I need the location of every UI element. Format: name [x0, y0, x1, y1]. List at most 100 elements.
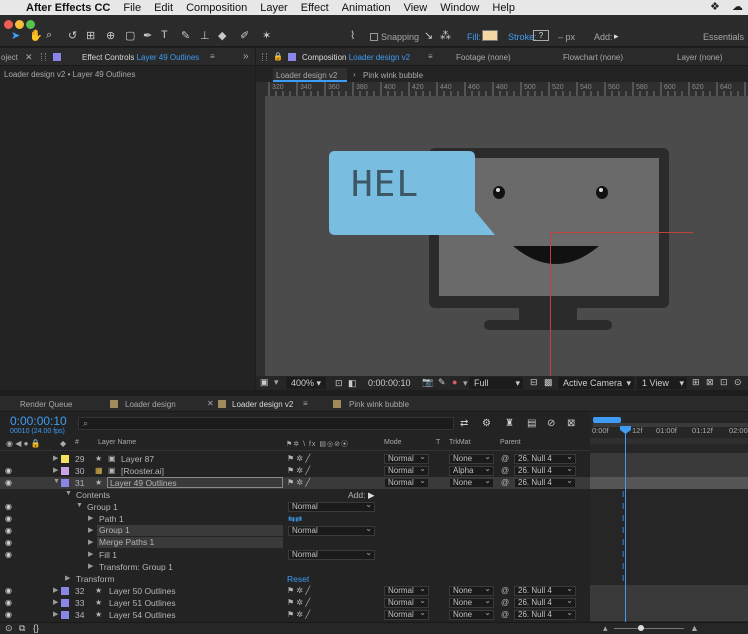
label-color[interactable]: [61, 611, 69, 619]
snap-options-icon[interactable]: ⌇: [350, 29, 355, 42]
layer-row-selected[interactable]: ◉ ▼ 31 ★ Layer 49 Outlines ⚑ ✲ ╱ Normal …: [0, 477, 590, 489]
property-row[interactable]: ◉ ▶ Merge Paths 1: [0, 537, 590, 549]
label-color[interactable]: [61, 587, 69, 595]
composition-lock-icon[interactable]: 🔒: [273, 52, 283, 61]
label-color[interactable]: [61, 467, 69, 475]
expand-triangle-icon[interactable]: ▶: [53, 598, 58, 606]
property-row[interactable]: ◉ ▶ Group 1 Normal: [0, 525, 590, 537]
shy-layers-icon[interactable]: ♜: [505, 418, 514, 429]
parent-dropdown[interactable]: 26. Null 4: [514, 453, 576, 464]
composition-viewer[interactable]: HEL: [265, 96, 748, 376]
collapse-triangle-icon[interactable]: ▼: [65, 490, 72, 497]
trkmat-dropdown[interactable]: None: [449, 477, 494, 488]
menu-window[interactable]: Window: [440, 2, 479, 14]
parent-header[interactable]: Parent: [500, 439, 521, 446]
expand-triangle-icon[interactable]: ▶: [53, 454, 58, 462]
reset-link[interactable]: Reset: [287, 574, 309, 584]
t-header[interactable]: T: [436, 439, 440, 446]
tab-effect-controls[interactable]: Effect Controls Layer 49 Outlines: [82, 53, 199, 62]
trkmat-dropdown[interactable]: Alpha: [449, 465, 494, 476]
mask-icon[interactable]: ◧: [348, 378, 357, 389]
visibility-eye-icon[interactable]: ◉: [5, 514, 12, 523]
grid-icon[interactable]: ⊡: [335, 378, 343, 389]
camera-tool-icon[interactable]: ⊞: [86, 29, 95, 42]
preview-options-icon[interactable]: ▾: [274, 377, 279, 388]
tab-loader-design[interactable]: Loader design: [125, 400, 176, 409]
tab-footage[interactable]: Footage (none): [456, 53, 511, 62]
stroke-width[interactable]: – px: [558, 32, 575, 42]
time-graph[interactable]: 0:00f 12f 01:00f 01:12f 02:00 I I I I I …: [590, 412, 748, 634]
snapshot-icon[interactable]: 📷: [422, 377, 433, 388]
layer-name[interactable]: Layer 49 Outlines: [107, 477, 283, 488]
snap-extra-icon[interactable]: ↘: [424, 29, 433, 42]
keyframe-icon[interactable]: I: [622, 490, 624, 499]
visibility-eye-icon[interactable]: ◉: [5, 586, 12, 595]
clone-stamp-tool-icon[interactable]: ⊥: [200, 29, 210, 42]
layer-name[interactable]: [Rooster.ai]: [121, 466, 164, 476]
hand-tool-icon[interactable]: ✋: [29, 29, 43, 42]
expand-triangle-icon[interactable]: ▶: [88, 562, 93, 570]
timeline-link-icon[interactable]: ⊡: [720, 377, 728, 388]
keyframe-icon[interactable]: I: [622, 538, 624, 547]
rotate-tool-icon[interactable]: ↺: [68, 29, 77, 42]
label-header-icon[interactable]: ◆: [60, 439, 66, 448]
mode-dropdown[interactable]: Normal: [384, 585, 429, 596]
visibility-eye-icon[interactable]: ◉: [5, 478, 12, 487]
pickwhip-icon[interactable]: @: [501, 466, 509, 475]
collapse-triangle-icon[interactable]: ▼: [53, 478, 60, 485]
layer-name[interactable]: Layer 51 Outlines: [109, 598, 176, 608]
layer-switches-toggle-icon[interactable]: ⊙: [5, 623, 13, 634]
property-row[interactable]: ◉ ▶ Fill 1 Normal: [0, 549, 590, 561]
eraser-tool-icon[interactable]: ◆: [218, 29, 226, 42]
mode-header[interactable]: Mode: [384, 439, 402, 446]
menu-file[interactable]: File: [123, 2, 141, 14]
add-label[interactable]: Add:: [348, 490, 366, 500]
subtab-pink-wink-bubble[interactable]: Pink wink bubble: [363, 71, 423, 80]
dropbox-icon[interactable]: ❖: [710, 0, 720, 13]
tab-composition[interactable]: Composition Loader design v2: [302, 53, 410, 62]
tab-flowchart[interactable]: Flowchart (none): [563, 53, 623, 62]
camera-dropdown[interactable]: Active Camera ▾: [558, 377, 634, 389]
expand-triangle-icon[interactable]: ▶: [53, 586, 58, 594]
zoom-slider-thumb[interactable]: [638, 625, 644, 631]
transparency-grid-icon[interactable]: ▩: [544, 377, 553, 388]
keyframe-icon[interactable]: I: [622, 514, 624, 523]
mask-feather-icon[interactable]: ⁂: [440, 29, 451, 42]
path-direction-icon[interactable]: ⇆⇄: [288, 514, 302, 525]
layer-switches-icon[interactable]: ⚑ ✲ ╱: [287, 454, 310, 463]
expand-triangle-icon[interactable]: ▶: [88, 514, 93, 522]
menu-composition[interactable]: Composition: [186, 2, 247, 14]
layer-name-header[interactable]: Layer Name: [98, 439, 136, 446]
expand-triangle-icon[interactable]: ▶: [53, 466, 58, 474]
parent-dropdown[interactable]: 26. Null 4: [514, 597, 576, 608]
panel-menu-icon[interactable]: ≡: [428, 52, 433, 61]
expand-triangle-icon[interactable]: ▶: [88, 550, 93, 558]
fill-label[interactable]: Fill:: [467, 32, 481, 42]
zoom-dropdown[interactable]: 400% ▾: [286, 377, 326, 389]
expand-triangle-icon[interactable]: ▶: [88, 526, 93, 534]
label-color[interactable]: [61, 599, 69, 607]
layer-row[interactable]: ◉ ▶ 32 ★ Layer 50 Outlines ⚑ ✲ ╱ Normal …: [0, 585, 590, 597]
subtab-loader-design-v2[interactable]: Loader design v2: [276, 71, 337, 80]
add-arrow-icon[interactable]: ▸: [614, 31, 619, 42]
parent-dropdown[interactable]: 26. Null 4: [514, 609, 576, 620]
trkmat-dropdown[interactable]: None: [449, 597, 494, 608]
always-preview-icon[interactable]: ▣: [260, 377, 269, 388]
zoom-in-icon[interactable]: ▲: [690, 623, 699, 633]
menu-layer[interactable]: Layer: [260, 2, 288, 14]
visibility-eye-icon[interactable]: ◉: [5, 538, 12, 547]
pen-tool-icon[interactable]: ✒: [143, 29, 152, 42]
graph-editor-icon[interactable]: ⊠: [567, 418, 575, 429]
tab-loader-design-v2[interactable]: Loader design v2: [232, 400, 293, 409]
playhead-handle[interactable]: [620, 426, 631, 434]
layer-name[interactable]: Layer 87: [121, 454, 154, 464]
pickwhip-icon[interactable]: @: [501, 598, 509, 607]
pan-behind-tool-icon[interactable]: ⊕: [106, 29, 115, 42]
menu-edit[interactable]: Edit: [154, 2, 173, 14]
menu-animation[interactable]: Animation: [342, 2, 391, 14]
zoom-out-icon[interactable]: ▴: [603, 623, 608, 634]
selection-tool-icon[interactable]: ➤: [11, 29, 20, 42]
visibility-eye-icon[interactable]: ◉: [5, 526, 12, 535]
layer-switches-icon[interactable]: ⚑ ✲ ╱: [287, 610, 310, 619]
label-color[interactable]: [61, 455, 69, 463]
